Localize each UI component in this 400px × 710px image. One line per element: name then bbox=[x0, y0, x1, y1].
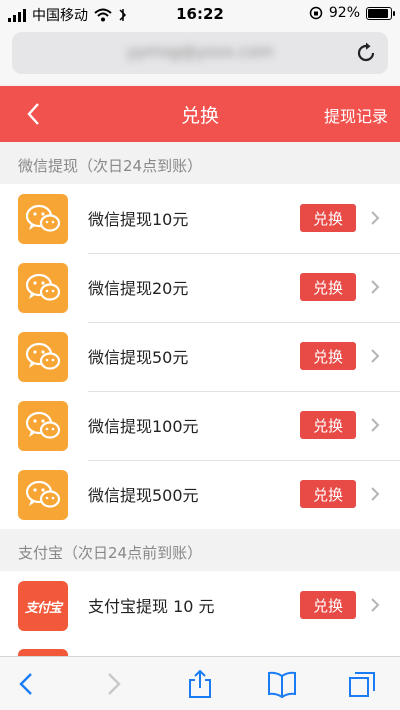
list-item[interactable]: 微信提现50元 兑换 bbox=[0, 322, 400, 391]
chevron-right-icon bbox=[371, 280, 380, 294]
address-bar-container: yymsg@yxxx.com bbox=[0, 28, 400, 84]
item-label: 支付宝提现 10 元 bbox=[88, 597, 215, 616]
share-icon[interactable] bbox=[184, 669, 216, 699]
exchange-button[interactable]: 兑换 bbox=[300, 480, 356, 508]
wifi-icon bbox=[94, 8, 112, 22]
alipay-list: 支付宝 支付宝提现 10 元 兑换 bbox=[0, 571, 400, 656]
back-icon[interactable] bbox=[24, 100, 44, 128]
wechat-icon bbox=[18, 401, 68, 451]
url-text: yymsg@yxxx.com bbox=[126, 42, 274, 61]
status-bar: 中国移动 16:22 92% bbox=[0, 0, 400, 28]
withdraw-records-link[interactable]: 提现记录 bbox=[324, 103, 388, 127]
exchange-button[interactable]: 兑换 bbox=[300, 342, 356, 370]
list-item[interactable]: 微信提现500元 兑换 bbox=[0, 460, 400, 529]
book-icon[interactable] bbox=[266, 669, 298, 699]
chevron-right-icon bbox=[371, 349, 380, 363]
chevron-left-icon[interactable] bbox=[12, 669, 44, 699]
battery-percent: 92% bbox=[328, 5, 360, 21]
tabs-icon[interactable] bbox=[346, 669, 378, 699]
signal-icon bbox=[8, 8, 26, 22]
nav-header: 兑换 提现记录 bbox=[0, 86, 400, 142]
alipay-icon: 支付宝 bbox=[18, 581, 68, 631]
item-label: 微信提现10元 bbox=[88, 210, 189, 229]
status-left: 中国移动 bbox=[8, 5, 128, 25]
wechat-icon bbox=[18, 194, 68, 244]
exchange-button[interactable]: 兑换 bbox=[300, 411, 356, 439]
address-bar[interactable]: yymsg@yxxx.com bbox=[12, 32, 388, 74]
chevron-right-icon bbox=[371, 487, 380, 501]
page: 中国移动 16:22 92% yymsg@yxxx.com 兑换 提现记录 微信… bbox=[0, 0, 400, 710]
item-label: 微信提现50元 bbox=[88, 348, 189, 367]
partial-alipay-icon bbox=[18, 649, 68, 656]
list-item[interactable]: 支付宝 支付宝提现 10 元 兑换 bbox=[0, 571, 400, 640]
chevron-right-icon bbox=[371, 211, 380, 225]
battery-icon bbox=[366, 6, 395, 20]
item-label: 微信提现500元 bbox=[88, 486, 199, 505]
wechat-icon bbox=[18, 470, 68, 520]
chevron-right-icon bbox=[371, 418, 380, 432]
list-item[interactable]: 微信提现100元 兑换 bbox=[0, 391, 400, 460]
item-label: 微信提现20元 bbox=[88, 279, 189, 298]
chevron-right-icon[interactable] bbox=[96, 669, 128, 699]
carrier-label: 中国移动 bbox=[32, 8, 88, 24]
wechat-icon bbox=[18, 263, 68, 313]
alipay-section-title: 支付宝（次日24点前到账） bbox=[0, 535, 400, 571]
status-right: 92% bbox=[309, 5, 395, 21]
reload-icon[interactable] bbox=[354, 41, 378, 65]
wechat-section-title: 微信提现（次日24点到账） bbox=[0, 148, 400, 184]
wechat-icon bbox=[18, 332, 68, 382]
exchange-button[interactable]: 兑换 bbox=[300, 591, 356, 619]
list-item[interactable]: 微信提现20元 兑换 bbox=[0, 253, 400, 322]
chevron-right-icon bbox=[371, 598, 380, 612]
alipay-logo-text: 支付宝 bbox=[24, 600, 62, 616]
list-item[interactable]: 微信提现10元 兑换 bbox=[0, 184, 400, 253]
wechat-list: 微信提现10元 兑换 微信提现20元 兑换 微信提现50元 兑换 微信提现100… bbox=[0, 184, 400, 529]
orientation-lock-icon bbox=[309, 6, 323, 20]
item-label: 微信提现100元 bbox=[88, 417, 199, 436]
browser-toolbar bbox=[0, 656, 400, 710]
loading-icon bbox=[119, 9, 127, 21]
exchange-button[interactable]: 兑换 bbox=[300, 204, 356, 232]
exchange-button[interactable]: 兑换 bbox=[300, 273, 356, 301]
